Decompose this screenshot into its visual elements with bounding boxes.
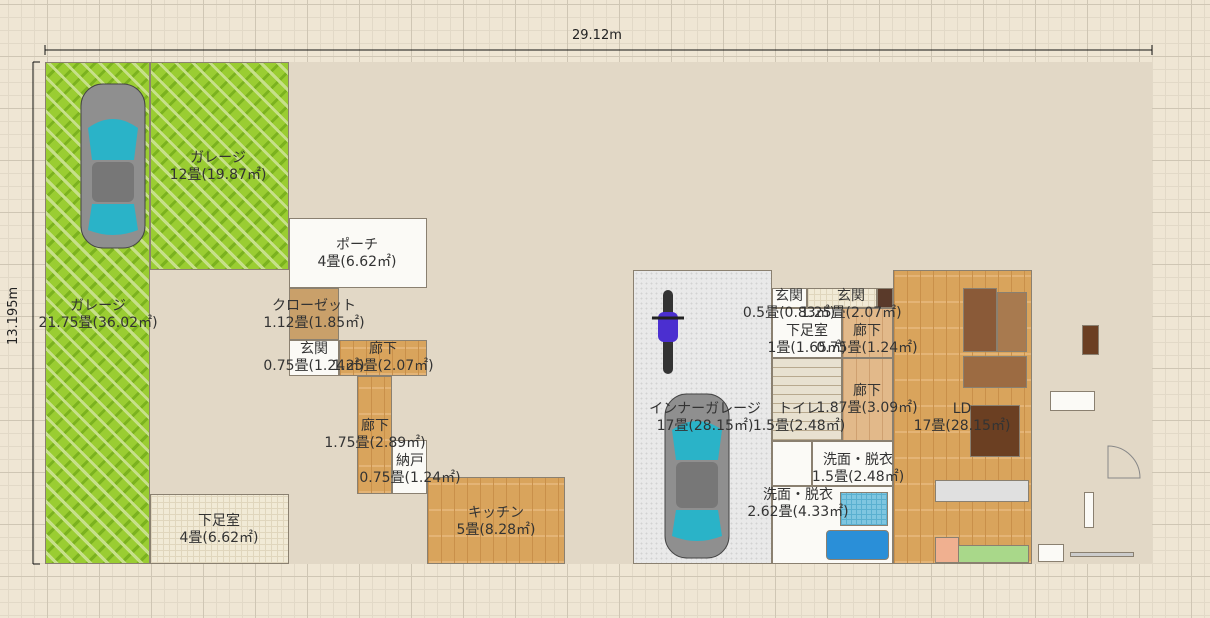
room-label: ガレージ 21.75畳(36.02㎡) bbox=[38, 298, 158, 331]
wall-unit-right bbox=[1082, 325, 1099, 355]
door-swing-icon bbox=[1107, 445, 1141, 479]
fridge bbox=[935, 537, 959, 563]
motorcycle-icon bbox=[652, 290, 684, 374]
room-label: 納戸 0.75畳(1.24㎡) bbox=[359, 453, 461, 486]
room-label: 洗面・脱衣 1.5畳(2.48㎡) bbox=[811, 452, 905, 485]
room-label: 洗面・脱衣 2.62畳(4.33㎡) bbox=[747, 487, 849, 520]
door-outdoor[interactable] bbox=[1084, 492, 1094, 528]
side-table bbox=[963, 356, 1027, 388]
room-label: 廊下 1.25畳(2.07㎡) bbox=[332, 341, 434, 374]
room-label: ガレージ 12畳(19.87㎡) bbox=[169, 150, 267, 183]
room-label: 廊下 1.75畳(2.89㎡) bbox=[324, 418, 426, 451]
room-label: ポーチ 4畳(6.62㎡) bbox=[317, 237, 397, 270]
room-label: クローゼット 1.12畳(1.85㎡) bbox=[263, 298, 365, 331]
tv-stand bbox=[997, 292, 1027, 352]
kitchen-counter bbox=[935, 480, 1029, 502]
room-label: LD 17畳(28.15㎡) bbox=[913, 401, 1011, 434]
room-label: 廊下 0.75畳(1.24㎡) bbox=[816, 323, 918, 356]
car-icon bbox=[80, 83, 146, 249]
bathtub bbox=[826, 530, 889, 560]
room-label: インナーガレージ 17畳(28.15㎡) bbox=[649, 401, 761, 434]
toilet[interactable] bbox=[772, 441, 812, 486]
sofa bbox=[963, 288, 997, 352]
height-dimension: 13.195m bbox=[6, 286, 21, 345]
sink-outdoor bbox=[1050, 391, 1095, 411]
width-dimension: 29.12m bbox=[572, 28, 622, 43]
room-label: 下足室 4畳(6.62㎡) bbox=[179, 513, 259, 546]
outdoor-rail bbox=[1070, 552, 1134, 557]
room-label: キッチン 5畳(8.28㎡) bbox=[456, 505, 536, 538]
room-label: トイレ 1.5畳(2.48㎡) bbox=[752, 401, 846, 434]
ac-unit bbox=[1038, 544, 1064, 562]
room-label: 玄関 1.25畳(2.07㎡) bbox=[800, 288, 902, 321]
